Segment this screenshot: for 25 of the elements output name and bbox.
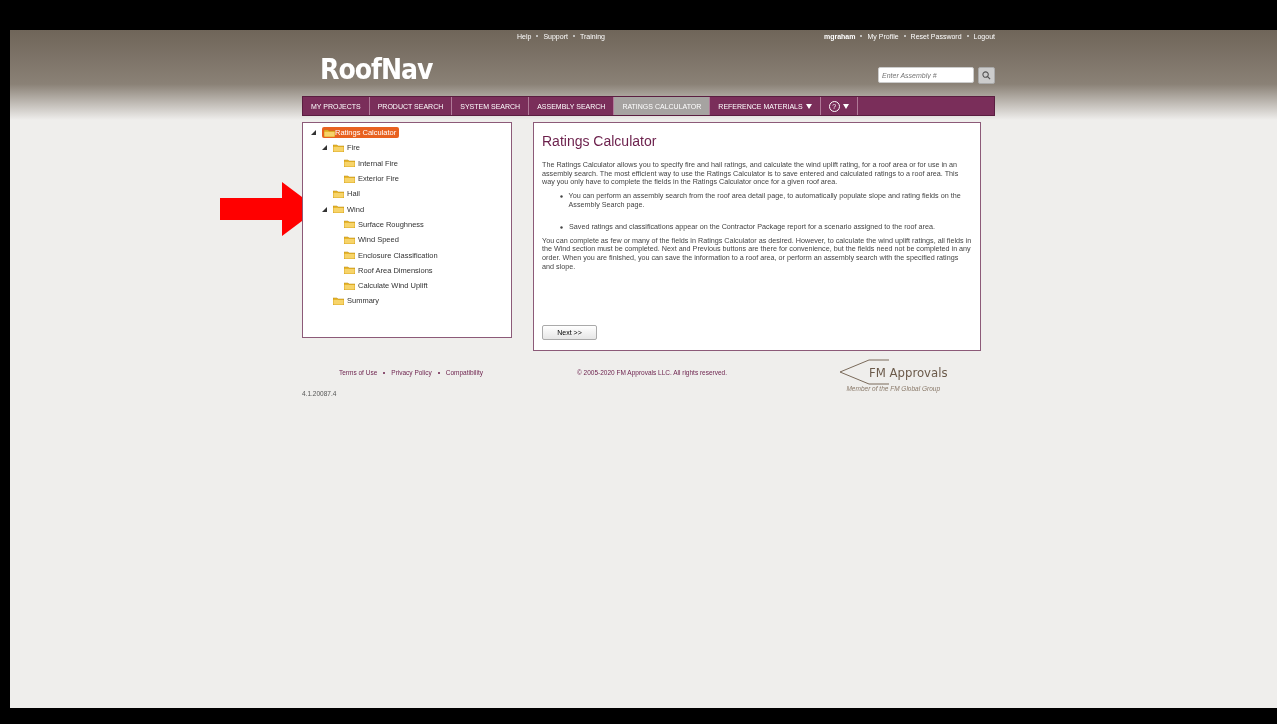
folder-icon: [333, 205, 344, 214]
folder-icon: [324, 128, 335, 137]
folder-icon: [333, 296, 344, 305]
expand-toggle-icon[interactable]: [322, 145, 327, 151]
search-button[interactable]: [978, 67, 995, 84]
folder-icon: [344, 159, 355, 168]
folder-icon: [333, 189, 344, 198]
search-icon: [982, 71, 991, 80]
diamond-logo-icon: [839, 359, 889, 385]
folder-icon: [344, 235, 355, 244]
folder-icon: [344, 281, 355, 290]
brand-name: FM Approvals: [869, 364, 948, 380]
caret-icon: [842, 103, 849, 109]
folder-icon: [344, 266, 355, 275]
bullet-icon: [560, 226, 563, 230]
bullet-icon: [560, 194, 563, 198]
expand-toggle-icon[interactable]: [311, 130, 316, 136]
folder-icon: [333, 143, 344, 152]
caret-icon: [805, 103, 812, 109]
page-title: Ratings Calculator: [542, 133, 658, 149]
folder-icon: [344, 251, 355, 259]
logo[interactable]: RoofNav: [320, 53, 433, 86]
expand-toggle-icon[interactable]: [322, 206, 327, 212]
folder-icon: [344, 220, 355, 229]
folder-icon: [344, 174, 355, 183]
